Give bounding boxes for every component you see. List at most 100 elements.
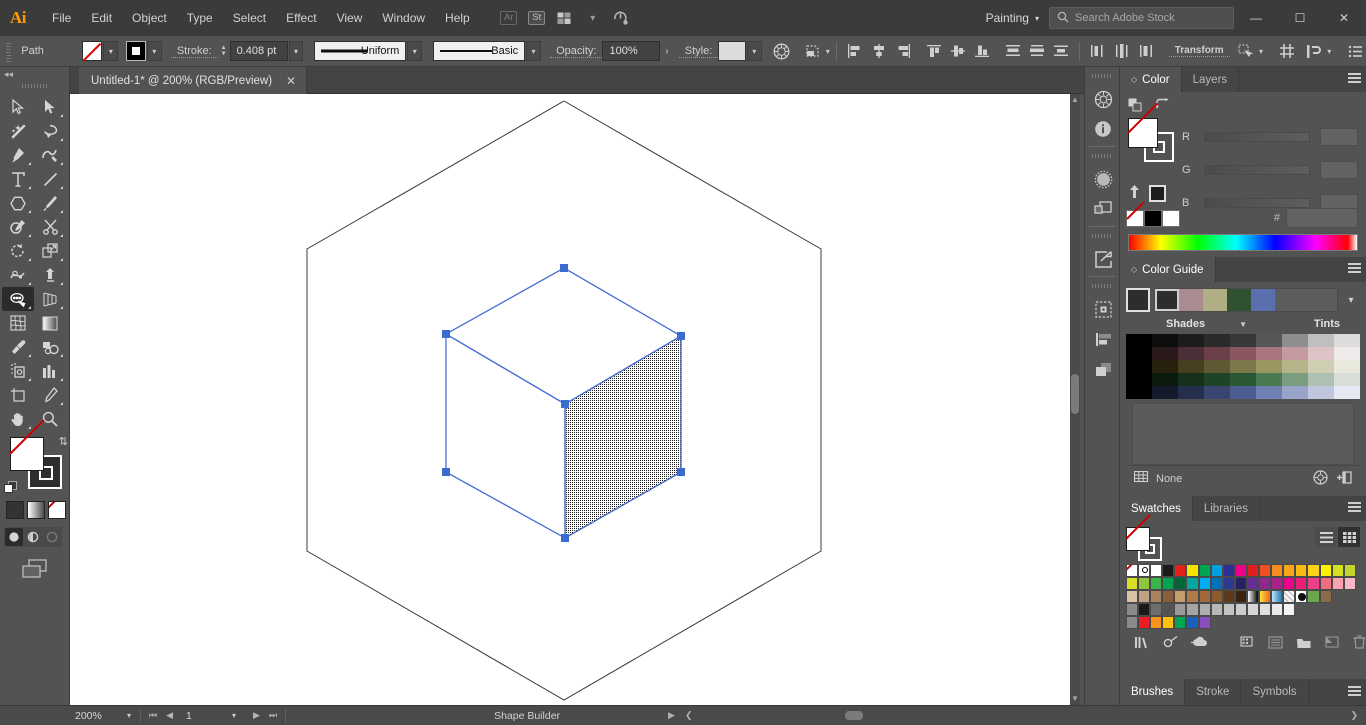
harmony-strip[interactable] <box>1154 288 1338 312</box>
tab-libraries[interactable]: Libraries <box>1192 496 1260 521</box>
arrange-documents-icon[interactable] <box>552 7 578 29</box>
last-artboard-icon[interactable]: ⏭ <box>269 710 277 721</box>
snap-to-grid-icon[interactable] <box>1276 40 1298 62</box>
menu-object[interactable]: Object <box>122 0 177 36</box>
width-tool[interactable] <box>2 263 34 287</box>
scale-tool[interactable] <box>34 239 66 263</box>
swap-fill-stroke-icon[interactable]: ⇅ <box>59 435 68 448</box>
direct-selection-tool[interactable] <box>34 95 66 119</box>
status-right-arrow[interactable]: ❯ <box>1350 710 1358 721</box>
stroke-weight-stepper[interactable]: ▲ ▼ <box>218 41 230 61</box>
info-icon[interactable] <box>1085 114 1121 144</box>
grid-view-icon[interactable] <box>1338 527 1360 547</box>
appearance-icon[interactable] <box>1085 164 1121 194</box>
scroll-down-icon[interactable]: ▼ <box>1070 693 1080 705</box>
color-fill-box[interactable] <box>1128 118 1158 148</box>
collapse-toolbar-icon[interactable]: ◂◂ <box>0 67 69 81</box>
pen-tool[interactable] <box>2 143 34 167</box>
swatches-fill-box[interactable] <box>1126 527 1150 551</box>
draw-behind-icon[interactable] <box>24 528 42 546</box>
free-transform-tool[interactable] <box>34 263 66 287</box>
status-play-icon[interactable]: ▶ <box>668 710 675 721</box>
delete-swatch-icon[interactable] <box>1353 635 1366 652</box>
tab-stroke[interactable]: Stroke <box>1185 679 1242 705</box>
align-top-icon[interactable] <box>922 40 946 62</box>
stroke-weight-input[interactable]: 0.408 pt <box>229 41 288 61</box>
hand-tool[interactable] <box>2 407 34 431</box>
panel-menu-icon[interactable] <box>1348 686 1361 698</box>
rail-grip-4[interactable] <box>1092 280 1112 292</box>
workspace-switcher[interactable]: Painting ▾ <box>976 11 1049 25</box>
shape-transform-icon[interactable] <box>802 40 824 62</box>
swatch-none[interactable] <box>1126 210 1144 227</box>
align-middle-v-icon[interactable] <box>946 40 970 62</box>
align-right-icon[interactable] <box>891 40 915 62</box>
rail-grip-2[interactable] <box>1092 150 1112 162</box>
column-graph-tool[interactable] <box>34 359 66 383</box>
chevron-down-icon[interactable]: ▾ <box>580 7 606 29</box>
channel-slider-r[interactable] <box>1204 132 1310 142</box>
new-color-group-icon[interactable] <box>1296 636 1312 652</box>
dropdown-arrow-icon[interactable]: ▼ <box>1239 320 1247 329</box>
stock-icon[interactable]: St <box>524 7 550 29</box>
rail-grip[interactable] <box>1092 70 1112 82</box>
magic-wand-tool[interactable] <box>2 119 34 143</box>
channel-input-r[interactable] <box>1320 128 1358 146</box>
cloud-icon[interactable] <box>1191 636 1208 651</box>
channel-input-g[interactable] <box>1320 161 1358 179</box>
zoom-level-caret[interactable]: ▾ <box>118 711 140 720</box>
panel-menu-icon[interactable] <box>1348 502 1361 514</box>
harmony-swatch-3[interactable] <box>1203 289 1227 311</box>
color-mode-icon[interactable] <box>6 501 24 519</box>
panel-menu-icon[interactable] <box>1348 73 1361 85</box>
arrange-icon[interactable] <box>1303 40 1325 62</box>
maximize-button[interactable]: ☐ <box>1278 0 1322 36</box>
selection-tool[interactable] <box>2 95 34 119</box>
eyedropper-tool[interactable] <box>2 335 34 359</box>
fill-dropdown-caret[interactable]: ▾ <box>103 41 119 61</box>
gradient-tool[interactable] <box>34 311 66 335</box>
minimize-button[interactable]: — <box>1234 0 1278 36</box>
draw-normal-icon[interactable] <box>4 528 23 546</box>
color-spectrum-ramp[interactable] <box>1128 234 1358 251</box>
menu-help[interactable]: Help <box>435 0 480 36</box>
graphic-style-swatch[interactable] <box>718 41 746 61</box>
tab-color-guide[interactable]: ◇ Color Guide <box>1120 257 1216 282</box>
menu-view[interactable]: View <box>327 0 373 36</box>
document-tab[interactable]: Untitled-1* @ 200% (RGB/Preview) ✕ <box>79 67 308 94</box>
gradient-mode-icon[interactable] <box>27 501 45 519</box>
swatch-options-icon[interactable] <box>1268 635 1283 652</box>
align-panel-icon[interactable] <box>1085 324 1121 354</box>
tab-layers[interactable]: Layers <box>1181 67 1240 92</box>
swatch-libraries-icon[interactable] <box>1134 636 1150 652</box>
swap-arrow-icon[interactable] <box>1155 98 1170 115</box>
close-button[interactable]: ✕ <box>1322 0 1366 36</box>
type-tool[interactable] <box>2 167 34 191</box>
menu-select[interactable]: Select <box>223 0 276 36</box>
distribute-top-icon[interactable] <box>1001 40 1025 62</box>
sync-settings-icon[interactable] <box>608 7 634 29</box>
color-group-icon[interactable] <box>1133 470 1149 487</box>
opacity-input[interactable]: 100% <box>602 41 661 61</box>
distribute-left-icon[interactable] <box>1086 40 1110 62</box>
opacity-expand-caret[interactable]: › <box>660 46 673 57</box>
menu-edit[interactable]: Edit <box>81 0 122 36</box>
current-tool-label[interactable]: Shape Builder <box>482 710 572 722</box>
menu-window[interactable]: Window <box>372 0 435 36</box>
new-swatch-icon[interactable] <box>1325 635 1340 652</box>
scroll-thumb[interactable] <box>1071 374 1079 414</box>
next-artboard-icon[interactable]: ▶ <box>253 710 260 721</box>
arrange-caret[interactable]: ▾ <box>1325 47 1331 56</box>
stroke-profile-dropdown[interactable]: Uniform <box>314 41 407 61</box>
align-left-icon[interactable] <box>843 40 867 62</box>
curvature-tool[interactable] <box>34 143 66 167</box>
rail-grip-3[interactable] <box>1092 230 1112 242</box>
toolbar-grip[interactable] <box>21 81 48 91</box>
tab-color[interactable]: ◇ Color <box>1120 67 1182 92</box>
bridge-icon[interactable]: Ar <box>496 7 522 29</box>
distribute-center-icon[interactable] <box>1025 40 1049 62</box>
slice-tool[interactable] <box>34 383 66 407</box>
zoom-level-input[interactable]: 200% <box>70 707 118 724</box>
swatch-white[interactable] <box>1162 210 1180 227</box>
perspective-grid-tool[interactable] <box>34 287 66 311</box>
